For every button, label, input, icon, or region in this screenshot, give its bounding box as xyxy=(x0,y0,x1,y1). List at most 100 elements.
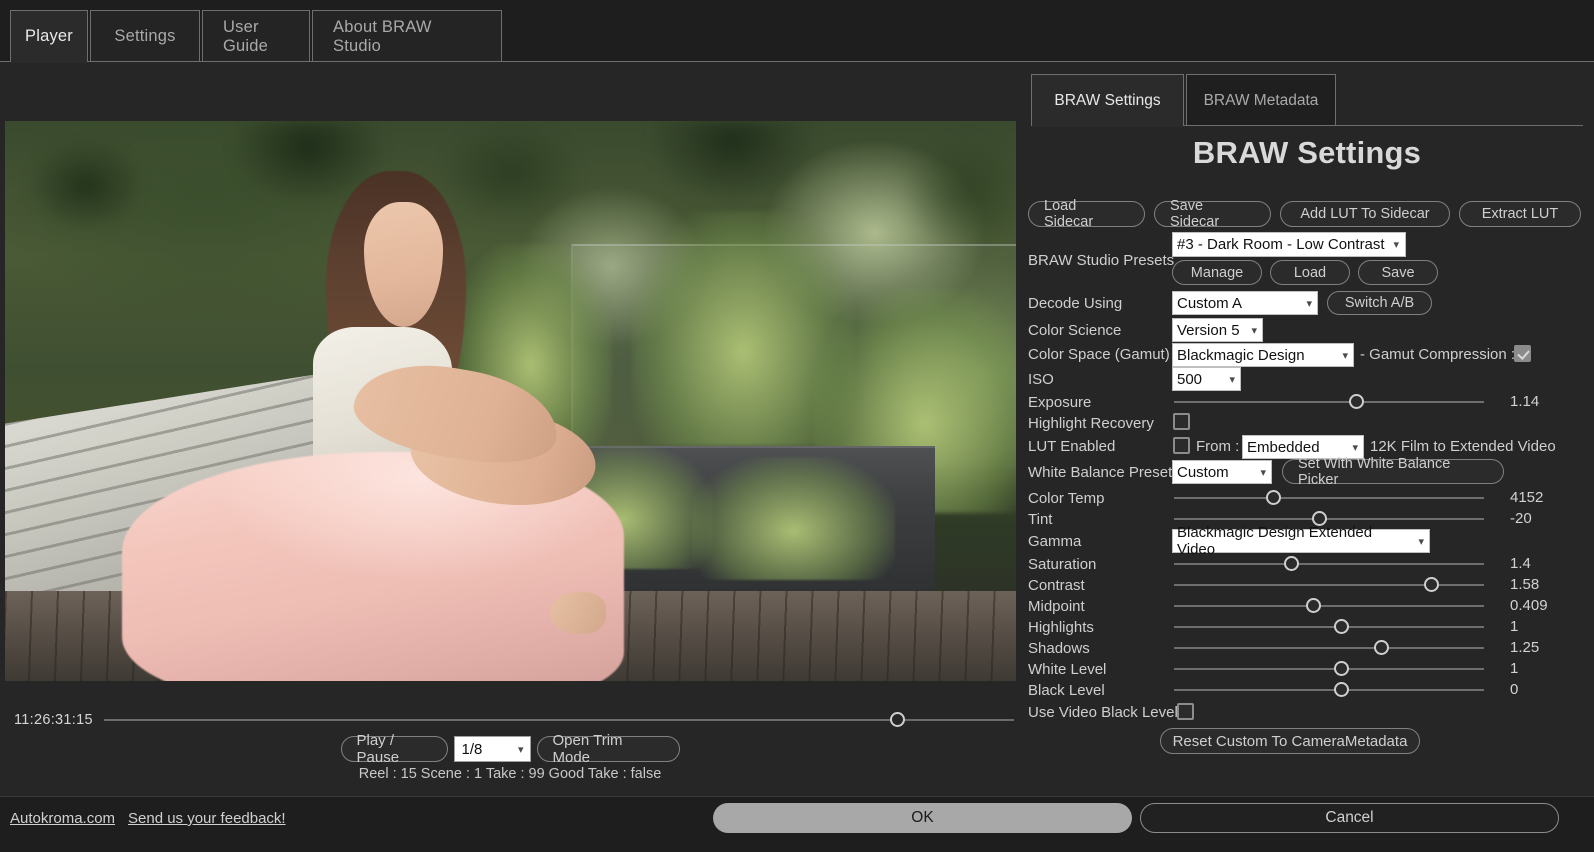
reset-custom-to-camera-metadata-button[interactable]: Reset Custom To CameraMetadata xyxy=(1160,728,1420,754)
use-video-black-level-checkbox[interactable] xyxy=(1177,703,1194,720)
tab-braw-metadata-label: BRAW Metadata xyxy=(1204,92,1319,110)
black-level-slider-knob[interactable] xyxy=(1334,682,1349,697)
tab-about-label: About BRAW Studio xyxy=(333,18,481,56)
tab-settings[interactable]: Settings xyxy=(90,10,200,62)
switch-ab-label: Switch A/B xyxy=(1345,295,1414,311)
save-sidecar-button[interactable]: Save Sidecar xyxy=(1154,201,1271,227)
color-temp-slider-track[interactable] xyxy=(1174,497,1484,499)
tab-settings-label: Settings xyxy=(114,27,175,46)
color-science-select[interactable]: Version 5 ▾ xyxy=(1172,318,1263,342)
gamma-select[interactable]: Blackmagic Design Extended Video ▾ xyxy=(1172,529,1430,553)
video-preview[interactable] xyxy=(5,121,1016,681)
gamma-value: Blackmagic Design Extended Video xyxy=(1177,524,1412,558)
save-label: Save xyxy=(1381,265,1414,281)
load-sidecar-label: Load Sidecar xyxy=(1044,198,1129,230)
tint-label: Tint xyxy=(1028,511,1052,528)
tint-value: -20 xyxy=(1510,510,1532,527)
white-balance-preset-select[interactable]: Custom ▾ xyxy=(1172,460,1272,484)
shadows-label: Shadows xyxy=(1028,640,1090,657)
save-preset-button[interactable]: Save xyxy=(1358,260,1438,285)
chevron-down-icon: ▾ xyxy=(1393,238,1399,251)
color-science-value: Version 5 xyxy=(1177,322,1240,339)
lut-name-text: 12K Film to Extended Video xyxy=(1370,438,1556,455)
timeline-playhead[interactable] xyxy=(890,712,905,727)
midpoint-slider-knob[interactable] xyxy=(1306,598,1321,613)
timeline-scrubber[interactable] xyxy=(104,719,1014,721)
exposure-slider-track[interactable] xyxy=(1174,401,1484,403)
tab-user-guide[interactable]: User Guide xyxy=(202,10,310,62)
open-trim-mode-button[interactable]: Open Trim Mode xyxy=(537,736,680,762)
highlights-slider-track[interactable] xyxy=(1174,626,1484,628)
color-space-select[interactable]: Blackmagic Design ▾ xyxy=(1172,343,1354,367)
white-level-slider-track[interactable] xyxy=(1174,668,1484,670)
chevron-down-icon: ▾ xyxy=(1251,324,1257,337)
shadows-slider-track[interactable] xyxy=(1174,647,1484,649)
highlights-slider-knob[interactable] xyxy=(1334,619,1349,634)
load-preset-button[interactable]: Load xyxy=(1270,260,1350,285)
gamut-compression-checkbox[interactable] xyxy=(1514,345,1531,362)
presets-label: BRAW Studio Presets xyxy=(1028,252,1174,269)
presets-select[interactable]: #3 - Dark Room - Low Contrast ▾ xyxy=(1172,232,1406,257)
midpoint-slider-track[interactable] xyxy=(1174,605,1484,607)
white-level-value: 1 xyxy=(1510,660,1518,677)
playback-speed-select[interactable]: 1/8 ▾ xyxy=(454,736,531,762)
add-lut-to-sidecar-button[interactable]: Add LUT To Sidecar xyxy=(1280,201,1450,227)
midpoint-value: 0.409 xyxy=(1510,597,1548,614)
saturation-slider-knob[interactable] xyxy=(1284,556,1299,571)
decode-using-select[interactable]: Custom A ▾ xyxy=(1172,291,1318,315)
white-balance-picker-label: Set With White Balance Picker xyxy=(1298,456,1488,488)
lut-from-value: Embedded xyxy=(1247,439,1320,456)
white-level-label: White Level xyxy=(1028,661,1106,678)
cancel-button[interactable]: Cancel xyxy=(1140,803,1559,833)
cancel-label: Cancel xyxy=(1325,809,1373,827)
clip-metadata-line: Reel : 15 Scene : 1 Take : 99 Good Take … xyxy=(0,766,1020,782)
white-balance-picker-button[interactable]: Set With White Balance Picker xyxy=(1282,459,1504,484)
load-label: Load xyxy=(1294,265,1326,281)
lut-from-label: From : xyxy=(1196,438,1239,455)
contrast-label: Contrast xyxy=(1028,577,1085,594)
timecode-display: 11:26:31:15 xyxy=(14,712,93,728)
color-space-value: Blackmagic Design xyxy=(1177,347,1305,364)
color-temp-slider-knob[interactable] xyxy=(1266,490,1281,505)
tab-player[interactable]: Player xyxy=(10,10,88,62)
black-level-slider-track[interactable] xyxy=(1174,689,1484,691)
exposure-slider-knob[interactable] xyxy=(1349,394,1364,409)
extract-lut-button[interactable]: Extract LUT xyxy=(1459,201,1581,227)
tab-user-guide-label: User Guide xyxy=(223,18,289,56)
autokroma-link[interactable]: Autokroma.com xyxy=(10,810,115,827)
color-science-label: Color Science xyxy=(1028,322,1121,339)
feedback-link[interactable]: Send us your feedback! xyxy=(128,810,286,827)
tab-braw-metadata[interactable]: BRAW Metadata xyxy=(1186,74,1336,126)
black-level-value: 0 xyxy=(1510,681,1518,698)
chevron-down-icon: ▾ xyxy=(1229,373,1235,386)
midpoint-label: Midpoint xyxy=(1028,598,1085,615)
manage-label: Manage xyxy=(1191,265,1243,281)
highlights-value: 1 xyxy=(1510,618,1518,635)
presets-selected-value: #3 - Dark Room - Low Contrast xyxy=(1177,236,1385,253)
switch-ab-button[interactable]: Switch A/B xyxy=(1327,291,1432,315)
presets-button-row: Manage Load Save xyxy=(1172,260,1438,285)
playback-speed-value: 1/8 xyxy=(462,741,483,758)
lut-enabled-checkbox[interactable] xyxy=(1173,437,1190,454)
manage-presets-button[interactable]: Manage xyxy=(1172,260,1262,285)
load-sidecar-button[interactable]: Load Sidecar xyxy=(1028,201,1145,227)
gamut-compression-label: - Gamut Compression : xyxy=(1360,346,1515,363)
saturation-slider-track[interactable] xyxy=(1174,563,1484,565)
play-pause-button[interactable]: Play / Pause xyxy=(341,736,448,762)
white-level-slider-knob[interactable] xyxy=(1334,661,1349,676)
highlight-recovery-checkbox[interactable] xyxy=(1173,413,1190,430)
tab-braw-settings[interactable]: BRAW Settings xyxy=(1031,74,1184,126)
ok-button[interactable]: OK xyxy=(713,803,1132,833)
saturation-label: Saturation xyxy=(1028,556,1096,573)
save-sidecar-label: Save Sidecar xyxy=(1170,198,1255,230)
iso-select[interactable]: 500 ▾ xyxy=(1172,367,1241,391)
tab-braw-settings-label: BRAW Settings xyxy=(1054,92,1160,110)
tab-about-braw-studio[interactable]: About BRAW Studio xyxy=(312,10,502,62)
color-space-label: Color Space (Gamut) xyxy=(1028,346,1170,363)
tint-slider-track[interactable] xyxy=(1174,518,1484,520)
sidecar-button-row: Load Sidecar Save Sidecar Add LUT To Sid… xyxy=(1028,201,1594,227)
contrast-slider-knob[interactable] xyxy=(1424,577,1439,592)
exposure-label: Exposure xyxy=(1028,394,1091,411)
chevron-down-icon: ▾ xyxy=(1352,441,1358,454)
shadows-slider-knob[interactable] xyxy=(1374,640,1389,655)
